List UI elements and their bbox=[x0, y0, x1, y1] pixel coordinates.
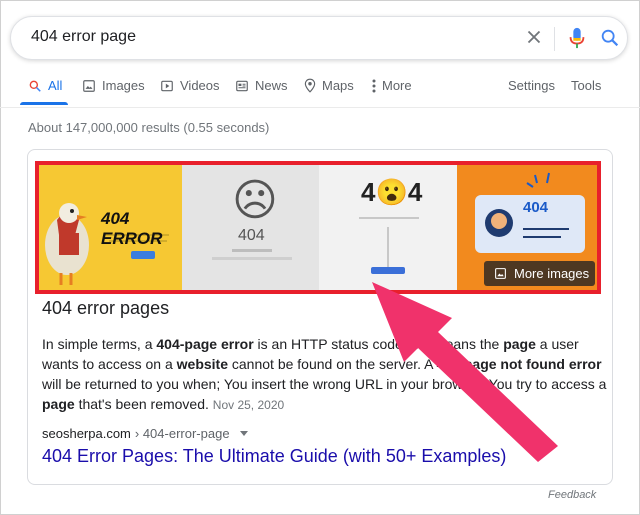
snippet-text-part: In simple terms, a bbox=[42, 336, 157, 352]
placeholder-line bbox=[212, 257, 292, 260]
tab-videos[interactable]: Videos bbox=[160, 78, 220, 93]
search-bar[interactable]: 404 error page bbox=[10, 16, 628, 60]
result-cite: seosherpa.com › 404-error-page bbox=[42, 426, 248, 441]
snippet-date: Nov 25, 2020 bbox=[212, 398, 285, 412]
snippet-bold: website bbox=[176, 356, 228, 372]
snippet-text-part: will be returned to you when; You insert… bbox=[42, 376, 607, 392]
search-icon bbox=[29, 80, 41, 92]
result-title-link[interactable]: 404 Error Pages: The Ultimate Guide (wit… bbox=[42, 446, 506, 467]
image-thumbnail[interactable]: ☹ 404 bbox=[182, 165, 319, 290]
search-submit-icon[interactable] bbox=[599, 27, 621, 49]
tab-all[interactable]: All bbox=[28, 78, 62, 93]
tab-images[interactable]: Images bbox=[82, 78, 145, 93]
settings-label: Settings bbox=[508, 78, 555, 93]
tile-text: 4😮4 bbox=[361, 177, 423, 207]
more-vert-icon bbox=[372, 79, 376, 92]
cite-path: › 404-error-page bbox=[134, 426, 230, 441]
tab-label: News bbox=[255, 78, 288, 93]
placeholder-button bbox=[371, 267, 405, 274]
image-thumbnail[interactable]: 4😮4 bbox=[319, 165, 457, 290]
image-strip[interactable]: 404 ERROR ☹ 404 4😮4 404 More images bbox=[35, 161, 601, 294]
tabs-divider bbox=[0, 107, 640, 108]
search-divider bbox=[554, 27, 555, 51]
tab-label: Videos bbox=[180, 78, 220, 93]
tab-label: More bbox=[382, 78, 412, 93]
clear-icon[interactable] bbox=[523, 26, 545, 48]
tab-label: All bbox=[48, 78, 63, 93]
tile-text: 404 ERROR bbox=[101, 209, 163, 248]
snippet-text-part: is an HTTP status code that means the bbox=[253, 336, 504, 352]
map-pin-icon bbox=[304, 78, 316, 93]
mic-icon[interactable] bbox=[566, 26, 588, 50]
cite-domain: seosherpa.com bbox=[42, 426, 131, 441]
video-icon bbox=[161, 80, 173, 91]
tab-news[interactable]: News bbox=[235, 78, 288, 93]
news-icon bbox=[236, 80, 248, 91]
tools-label: Tools bbox=[571, 78, 602, 93]
tile-text: 404 bbox=[523, 199, 549, 216]
tab-label: Images bbox=[102, 78, 145, 93]
tools-link[interactable]: Tools bbox=[571, 78, 601, 93]
placeholder-line bbox=[387, 227, 389, 267]
snippet-title: 404 error pages bbox=[42, 298, 170, 318]
snippet-bold: page bbox=[42, 396, 75, 412]
snippet-text: In simple terms, a 404-page error is an … bbox=[42, 334, 608, 415]
tab-more[interactable]: More bbox=[372, 78, 412, 93]
settings-link[interactable]: Settings bbox=[508, 78, 555, 93]
feedback-link[interactable]: Feedback bbox=[548, 489, 596, 501]
tab-label: Maps bbox=[322, 78, 354, 93]
placeholder-line bbox=[232, 249, 272, 252]
chevron-down-icon[interactable] bbox=[239, 431, 248, 436]
placeholder-line bbox=[359, 217, 419, 219]
image-icon bbox=[83, 79, 95, 92]
more-images-button[interactable]: More images bbox=[484, 261, 595, 286]
snippet-bold: page bbox=[503, 336, 536, 352]
tile-text: 404 bbox=[238, 227, 265, 244]
search-input[interactable]: 404 error page bbox=[31, 28, 136, 46]
tab-maps[interactable]: Maps bbox=[304, 78, 354, 93]
snippet-bold: 404-page error bbox=[156, 336, 254, 352]
more-images-label: More images bbox=[514, 266, 590, 281]
search-tabs: All Images Videos News Maps More Setting… bbox=[0, 68, 640, 108]
image-thumbnail[interactable]: 404 ERROR bbox=[39, 165, 182, 290]
snippet-bold: 404 page not found error bbox=[436, 356, 602, 372]
snippet-text-part: cannot be found on the server. A bbox=[228, 356, 437, 372]
sad-face-icon: ☹ bbox=[232, 176, 278, 225]
result-stats: About 147,000,000 results (0.55 seconds) bbox=[28, 120, 270, 135]
active-tab-indicator bbox=[20, 102, 68, 105]
image-icon bbox=[495, 268, 506, 279]
snippet-text-part: that's been removed. bbox=[74, 396, 213, 412]
